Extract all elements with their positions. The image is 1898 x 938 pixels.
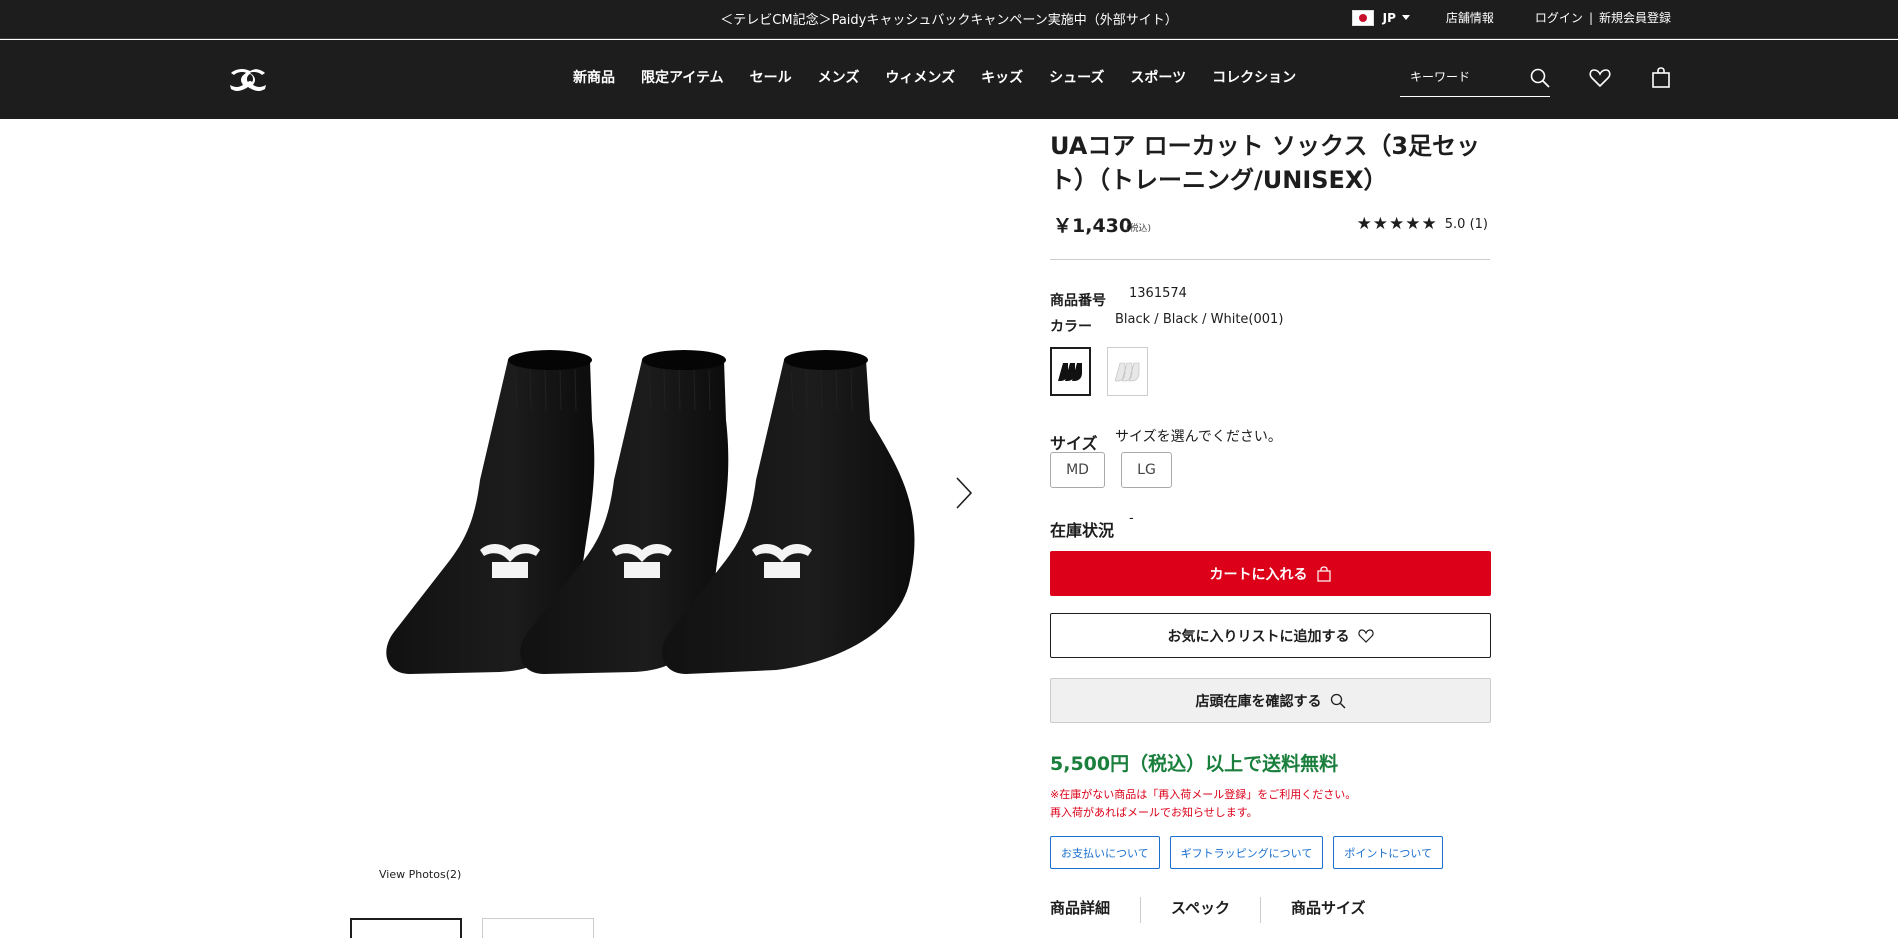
price-row: ￥1,430 (税込) ★★★★★ 5.0 (1) (1050, 211, 1490, 241)
thumbnail-1[interactable] (350, 918, 462, 938)
check-store-stock-button[interactable]: 店頭在庫を確認する (1050, 678, 1491, 723)
restock-notice: ※在庫がない商品は「再入荷メール登録」をご利用ください。 再入荷があればメールで… (1050, 786, 1490, 822)
tab-spec[interactable]: スペック (1171, 897, 1261, 923)
size-options: MD LG (1050, 452, 1490, 488)
rating[interactable]: ★★★★★ 5.0 (1) (1357, 214, 1488, 234)
color-label: カラー (1050, 319, 1092, 335)
login-link[interactable]: ログイン (1535, 11, 1583, 25)
product-number-label: 商品番号 (1050, 293, 1106, 309)
add-to-favorites-button[interactable]: お気に入りリストに追加する (1050, 613, 1491, 658)
nav-collection[interactable]: コレクション (1212, 67, 1296, 87)
info-links: お支払いについて ギフトラッピングについて ポイントについて (1050, 836, 1490, 869)
nav-sports[interactable]: スポーツ (1130, 67, 1186, 87)
restock-notice-line-2: 再入荷があればメールでお知らせします。 (1050, 806, 1258, 819)
account-links: ログイン | 新規会員登録 (1535, 9, 1671, 26)
bag-icon[interactable] (1651, 67, 1671, 89)
stock-value: - (1129, 511, 1134, 526)
swatch-white[interactable] (1107, 347, 1148, 396)
star-rating-icon: ★★★★★ (1356, 214, 1438, 234)
promo-bar: ＜テレビCM記念＞Paidyキャッシュバックキャンペーン実施中（外部サイト） J… (0, 0, 1898, 39)
add-to-cart-button[interactable]: カートに入れる (1050, 551, 1491, 596)
white-socks-thumbnail (1114, 362, 1139, 381)
nav-shoes[interactable]: シューズ (1049, 67, 1104, 87)
chevron-right-icon[interactable] (954, 476, 974, 510)
main-header: 新商品 限定アイテム セール メンズ ウィメンズ キッズ シューズ スポーツ コ… (0, 40, 1898, 119)
color-value: Black / Black / White(001) (1115, 312, 1284, 327)
register-link[interactable]: 新規会員登録 (1599, 11, 1671, 25)
under-armour-logo[interactable] (229, 67, 271, 91)
size-label: サイズ (1050, 434, 1098, 453)
swatch-black[interactable] (1050, 347, 1091, 396)
search-box (1400, 60, 1550, 97)
japan-flag-icon (1351, 9, 1374, 26)
separator: | (1588, 11, 1593, 25)
size-lg-button[interactable]: LG (1121, 452, 1172, 488)
search-input[interactable] (1410, 70, 1520, 84)
black-socks-thumbnail (1057, 362, 1082, 381)
nav-kids[interactable]: キッズ (981, 67, 1023, 87)
divider (1050, 259, 1490, 260)
chevron-down-icon (1401, 15, 1410, 20)
rating-value: 5.0 (1) (1444, 216, 1488, 232)
nav-sale[interactable]: セール (750, 67, 792, 87)
color-row: カラー Black / Black / White(001) (1050, 310, 1490, 336)
color-swatches (1050, 347, 1490, 396)
nav-mens[interactable]: メンズ (818, 67, 860, 87)
product-image[interactable] (380, 340, 990, 740)
search-icon (1330, 693, 1345, 708)
store-info-link[interactable]: 店舗情報 (1446, 9, 1494, 26)
search-icon[interactable] (1530, 68, 1550, 88)
points-info-link[interactable]: ポイントについて (1333, 836, 1444, 869)
free-shipping-notice: 5,500円（税込）以上で送料無料 (1050, 753, 1339, 775)
tab-size[interactable]: 商品サイズ (1291, 897, 1396, 923)
size-row: サイズ サイズを選んでください。 (1050, 422, 1490, 453)
product-tabs: 商品詳細 スペック 商品サイズ (1050, 897, 1490, 923)
product-title: UAコア ローカット ソックス（3足セット）（トレーニング/UNISEX） (1050, 132, 1481, 194)
heart-icon (1357, 628, 1374, 643)
restock-notice-line-1: ※在庫がない商品は「再入荷メール登録」をご利用ください。 (1050, 788, 1357, 801)
heart-icon[interactable] (1589, 68, 1611, 88)
nav-limited[interactable]: 限定アイテム (641, 67, 724, 87)
product-number-row: 商品番号 1361574 (1050, 284, 1490, 310)
stock-label: 在庫状況 (1050, 521, 1115, 540)
bag-icon (1316, 565, 1331, 582)
stock-row: 在庫状況 - (1050, 511, 1490, 541)
add-to-favorites-label: お気に入りリストに追加する (1167, 628, 1350, 645)
nav-womens[interactable]: ウィメンズ (885, 67, 955, 87)
tax-note: (税込) (1126, 224, 1152, 234)
view-photos-link[interactable]: View Photos(2) (379, 868, 461, 881)
product-number-value: 1361574 (1129, 286, 1187, 301)
size-prompt: サイズを選んでください。 (1115, 429, 1282, 445)
payment-info-link[interactable]: お支払いについて (1050, 836, 1160, 869)
tab-details[interactable]: 商品詳細 (1050, 897, 1142, 923)
nav-new[interactable]: 新商品 (573, 67, 615, 87)
main-nav: 新商品 限定アイテム セール メンズ ウィメンズ キッズ シューズ スポーツ コ… (573, 67, 1322, 87)
gift-wrapping-link[interactable]: ギフトラッピングについて (1169, 836, 1324, 869)
product-info: UAコア ローカット ソックス（3足セット）（トレーニング/UNISEX） ￥1… (1050, 119, 1491, 923)
language-selector[interactable]: JP (1383, 11, 1396, 25)
add-to-cart-label: カートに入れる (1209, 566, 1308, 583)
check-store-stock-label: 店頭在庫を確認する (1195, 693, 1322, 710)
size-md-button[interactable]: MD (1050, 452, 1105, 488)
utility-nav: JP 店舗情報 ログイン | 新規会員登録 (1351, 9, 1671, 26)
thumbnail-2[interactable] (482, 918, 594, 938)
price: ￥1,430 (1053, 215, 1133, 237)
